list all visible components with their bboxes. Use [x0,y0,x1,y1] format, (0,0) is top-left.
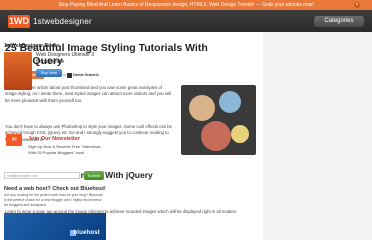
thumb-circle-2 [219,91,241,113]
mail-icon: ✉ [6,134,22,146]
thumb-circle-1 [189,95,215,121]
article-thumbnail [181,85,256,155]
email-field[interactable]: mail@example.com [4,172,80,179]
thumb-circle-3 [201,121,231,151]
subscribe-button[interactable]: Submit [84,171,104,180]
bluehost-banner[interactable]: bluehost [4,213,106,240]
site-header: 1WD 1stwebdesigner Categories [0,10,372,32]
buy-now-button[interactable]: Buy Now [36,69,62,77]
host-text: Are you looking for the perfect web host… [4,193,103,207]
author-link[interactable]: Dainis Graveris [73,73,99,77]
categories-button[interactable]: Categories [314,16,364,27]
newsletter-box: ✉ Join Our Newsletter Sign Up Now & Rece… [2,130,108,170]
book-description[interactable]: Web Designers Ultimate 3 Book Bundle [36,52,106,65]
by-label: by [62,73,67,77]
sidebar-books-title: 1stWebDesigner Books [4,43,60,49]
author-avatar [67,72,73,78]
thumb-circle-4 [231,125,249,143]
sidebar [263,32,372,240]
logo-text: 1stwebdesigner [33,16,92,26]
host-heading: Need a web host? Check out Bluehost! [4,186,106,192]
book-cover[interactable] [4,52,32,90]
logo-badge: 1WD [8,14,30,28]
promo-text[interactable]: Stop Paying Blind And Learn Basics of Re… [58,2,314,8]
newsletter-subtext: Sign Up Now & Receive Free "Interviews W… [28,144,101,155]
site-logo[interactable]: 1WD 1stwebdesigner [8,14,92,28]
close-icon[interactable]: × [354,2,360,8]
newsletter-heading: Join Our Newsletter [28,136,80,142]
bluehost-logo-text: bluehost [73,230,100,236]
promo-bar[interactable]: Stop Paying Blind And Learn Basics of Re… [0,0,372,10]
